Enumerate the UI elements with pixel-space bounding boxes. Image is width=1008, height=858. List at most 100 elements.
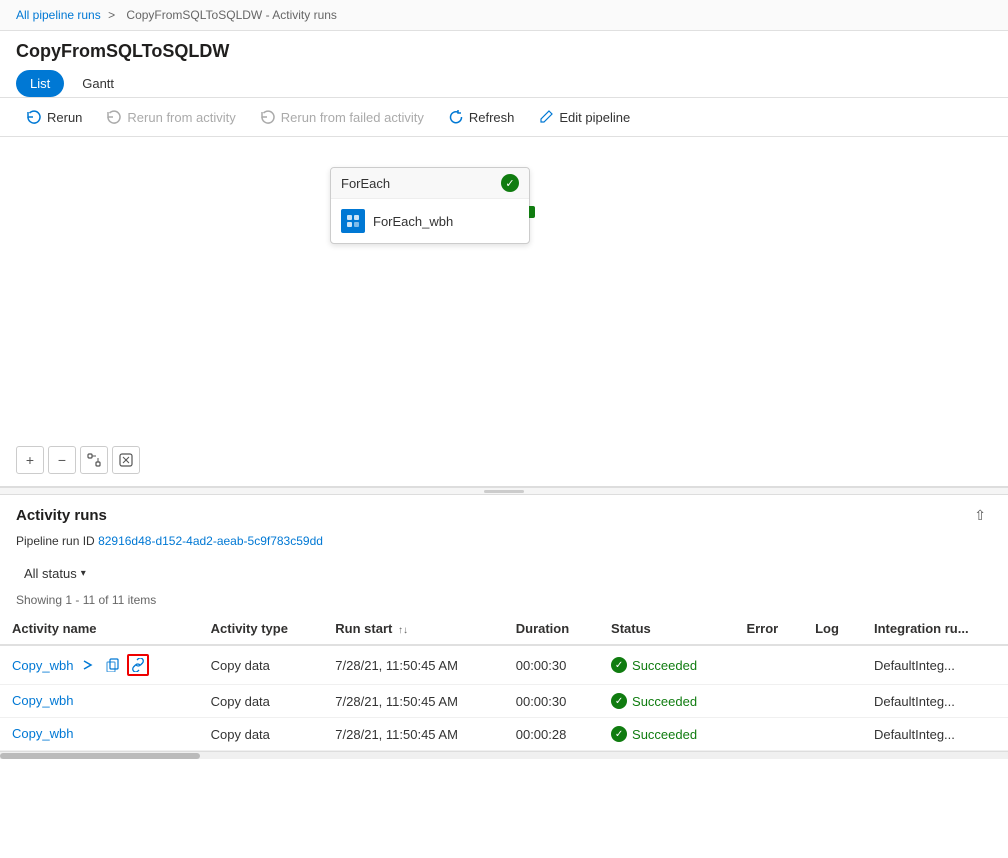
- filter-row: All status ▾: [0, 556, 1008, 591]
- rerun-from-failed-label: Rerun from failed activity: [281, 110, 424, 125]
- foreach-success-icon: ✓: [501, 174, 519, 192]
- rerun-from-activity-button[interactable]: Rerun from activity: [96, 104, 245, 130]
- cell-status: ✓ Succeeded: [599, 718, 734, 751]
- reset-zoom-icon: [119, 453, 133, 467]
- foreach-title: ForEach: [341, 176, 390, 191]
- table-header-row: Activity name Activity type Run start ↑↓…: [0, 613, 1008, 645]
- cell-error: [734, 718, 803, 751]
- breadcrumb-current: CopyFromSQLToSQLDW - Activity runs: [126, 8, 337, 22]
- cell-run-start: 7/28/21, 11:50:45 AM: [323, 718, 503, 751]
- cell-integration-runtime: DefaultInteg...: [862, 685, 1008, 718]
- rerun-icon: [26, 109, 42, 125]
- status-success-dot: ✓: [611, 693, 627, 709]
- cell-status: ✓ Succeeded: [599, 645, 734, 685]
- table-row: Copy_wbh Copy data7/28/21, 11:50:45 AM00:…: [0, 718, 1008, 751]
- fit-view-icon: [87, 453, 101, 467]
- col-error[interactable]: Error: [734, 613, 803, 645]
- reset-zoom-button[interactable]: [112, 446, 140, 474]
- status-text: Succeeded: [632, 727, 697, 742]
- action-icons: [77, 654, 149, 676]
- foreach-node[interactable]: ForEach ✓ ForEach_wbh: [330, 167, 530, 244]
- foreach-body: ForEach_wbh: [331, 199, 529, 243]
- status-success-dot: ✓: [611, 726, 627, 742]
- col-activity-name[interactable]: Activity name: [0, 613, 199, 645]
- cell-duration: 00:00:30: [504, 645, 599, 685]
- cell-activity-name: Copy_wbh: [0, 718, 199, 749]
- scrollbar-thumb[interactable]: [0, 753, 200, 759]
- pipeline-run-id-value[interactable]: 82916d48-d152-4ad2-aeab-5c9f783c59dd: [98, 534, 323, 548]
- col-activity-type[interactable]: Activity type: [199, 613, 324, 645]
- zoom-out-button[interactable]: −: [48, 446, 76, 474]
- foreach-child-icon: [341, 209, 365, 233]
- fit-view-button[interactable]: [80, 446, 108, 474]
- refresh-label: Refresh: [469, 110, 515, 125]
- activity-runs-table-wrapper: Activity name Activity type Run start ↑↓…: [0, 613, 1008, 751]
- cell-log: [803, 718, 862, 751]
- refresh-button[interactable]: Refresh: [438, 104, 525, 130]
- toolbar: Rerun Rerun from activity Rerun from fai…: [0, 98, 1008, 137]
- showing-text: Showing 1 - 11 of 11 items: [0, 591, 1008, 613]
- cell-activity-type: Copy data: [199, 685, 324, 718]
- horizontal-scrollbar[interactable]: [0, 751, 1008, 759]
- activity-runs-header: Activity runs ⇧: [0, 495, 1008, 532]
- col-run-start[interactable]: Run start ↑↓: [323, 613, 503, 645]
- activity-name-link[interactable]: Copy_wbh: [12, 726, 73, 741]
- canvas-controls: + −: [16, 446, 140, 474]
- tab-gantt[interactable]: Gantt: [68, 70, 128, 97]
- rerun-from-failed-button[interactable]: Rerun from failed activity: [250, 104, 434, 130]
- cell-integration-runtime: DefaultInteg...: [862, 645, 1008, 685]
- divider-bar: [484, 490, 524, 493]
- tab-bar: List Gantt: [0, 70, 1008, 98]
- activity-runs-section: Activity runs ⇧ Pipeline run ID 82916d48…: [0, 495, 1008, 751]
- copy-icon[interactable]: [102, 654, 124, 676]
- col-status[interactable]: Status: [599, 613, 734, 645]
- rerun-label: Rerun: [47, 110, 82, 125]
- page-title: CopyFromSQLToSQLDW: [0, 31, 1008, 70]
- pipeline-canvas[interactable]: ForEach ✓ ForEach_wbh + −: [0, 137, 1008, 487]
- foreach-child-name: ForEach_wbh: [373, 214, 453, 229]
- edit-pipeline-label: Edit pipeline: [559, 110, 630, 125]
- pipeline-run-id-label: Pipeline run ID: [16, 534, 95, 548]
- breadcrumb: All pipeline runs > CopyFromSQLToSQLDW -…: [0, 0, 1008, 31]
- cell-run-start: 7/28/21, 11:50:45 AM: [323, 685, 503, 718]
- cell-activity-type: Copy data: [199, 718, 324, 751]
- cell-error: [734, 645, 803, 685]
- activity-runs-title: Activity runs: [16, 507, 107, 524]
- zoom-in-button[interactable]: +: [16, 446, 44, 474]
- link-icon[interactable]: [127, 654, 149, 676]
- pipeline-run-id-row: Pipeline run ID 82916d48-d152-4ad2-aeab-…: [0, 532, 1008, 556]
- cell-activity-type: Copy data: [199, 645, 324, 685]
- cell-error: [734, 685, 803, 718]
- divider-handle[interactable]: [0, 487, 1008, 495]
- activity-name-link[interactable]: Copy_wbh: [12, 693, 73, 708]
- status-text: Succeeded: [632, 658, 697, 673]
- activity-name-link[interactable]: Copy_wbh: [12, 658, 73, 673]
- rerun-from-activity-icon: [106, 109, 122, 125]
- cell-integration-runtime: DefaultInteg...: [862, 718, 1008, 751]
- cell-duration: 00:00:30: [504, 685, 599, 718]
- rerun-button[interactable]: Rerun: [16, 104, 92, 130]
- collapse-button[interactable]: ⇧: [968, 505, 992, 526]
- cell-activity-name: Copy_wbh: [0, 685, 199, 716]
- table-row: Copy_wbh Copy data7/28/21, 11:50:45 AM00:…: [0, 685, 1008, 718]
- rerun-from-activity-label: Rerun from activity: [127, 110, 235, 125]
- foreach-header: ForEach ✓: [331, 168, 529, 199]
- cell-log: [803, 685, 862, 718]
- navigate-icon[interactable]: [77, 654, 99, 676]
- breadcrumb-link[interactable]: All pipeline runs: [16, 8, 101, 22]
- rerun-from-failed-icon: [260, 109, 276, 125]
- edit-pipeline-button[interactable]: Edit pipeline: [528, 104, 640, 130]
- cell-duration: 00:00:28: [504, 718, 599, 751]
- cell-run-start: 7/28/21, 11:50:45 AM: [323, 645, 503, 685]
- col-integration-runtime[interactable]: Integration ru...: [862, 613, 1008, 645]
- edit-icon: [538, 109, 554, 125]
- cell-log: [803, 645, 862, 685]
- status-success-dot: ✓: [611, 657, 627, 673]
- col-duration[interactable]: Duration: [504, 613, 599, 645]
- tab-list[interactable]: List: [16, 70, 64, 97]
- filter-chevron-icon: ▾: [81, 568, 86, 579]
- breadcrumb-separator: >: [108, 8, 115, 22]
- filter-status-button[interactable]: All status ▾: [16, 562, 94, 585]
- col-log[interactable]: Log: [803, 613, 862, 645]
- table-row: Copy_wbh Copy data7/28/21, 11:50:45 AM00:…: [0, 645, 1008, 685]
